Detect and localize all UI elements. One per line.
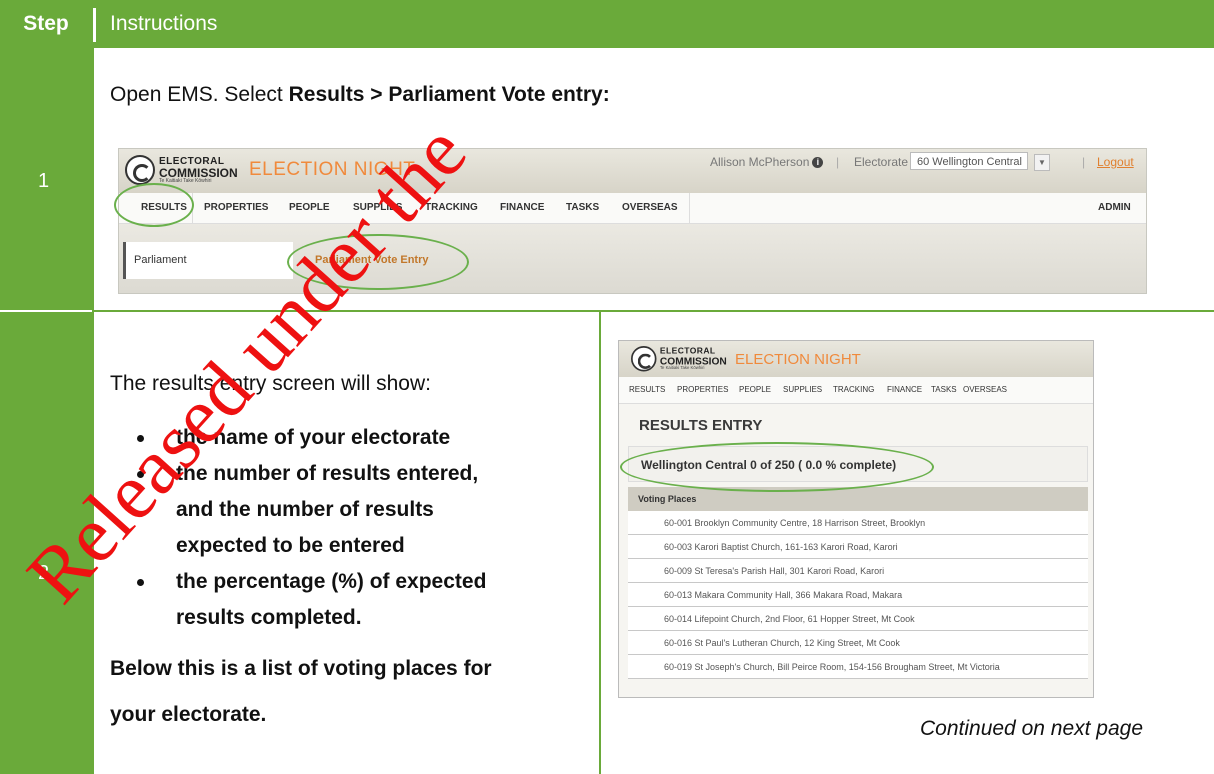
bullet-continuation: results completed. xyxy=(130,603,486,633)
result-features-list: the name of your electorate the number o… xyxy=(130,423,486,633)
voting-places-note-line2: your electorate. xyxy=(110,703,267,726)
voting-places-list: 60-001 Brooklyn Community Centre, 18 Har… xyxy=(628,511,1088,679)
nav-admin[interactable]: ADMIN xyxy=(1098,193,1131,223)
nav-finance[interactable]: FINANCE xyxy=(500,193,544,223)
voting-place-row[interactable]: 60-009 St Teresa's Parish Hall, 301 Karo… xyxy=(628,559,1088,583)
logo-line1: ELECTORAL xyxy=(159,155,225,167)
nav-results[interactable]: RESULTS xyxy=(629,377,665,403)
highlight-progress-status xyxy=(620,442,934,492)
voting-places-header: Voting Places xyxy=(628,487,1088,511)
table-header: Step Instructions xyxy=(0,0,1214,48)
user-name[interactable]: Allison McPherson i xyxy=(710,155,824,169)
nav-tracking[interactable]: TRACKING xyxy=(425,193,478,223)
electoral-commission-icon xyxy=(631,346,657,372)
electorate-select[interactable]: 60 Wellington Central xyxy=(910,152,1028,170)
ems-topbar: ELECTORAL COMMISSION Te Kaitiaki Take Kō… xyxy=(119,149,1146,193)
logout-link[interactable]: Logout xyxy=(1097,155,1134,169)
electorate-label: Electorate xyxy=(854,155,909,169)
header-divider xyxy=(93,8,96,42)
main-nav: RESULTS PROPERTIES PEOPLE SUPPLIES TRACK… xyxy=(119,193,1146,224)
results-entry-title: RESULTS ENTRY xyxy=(639,417,763,434)
electoral-commission-logo: ELECTORAL COMMISSION Te Kaitiaki Take Kō… xyxy=(631,346,727,372)
step1-instruction-bold: Results > Parliament Vote entry: xyxy=(288,83,610,106)
voting-places-note-line1: Below this is a list of voting places fo… xyxy=(110,657,492,680)
step-number-1: 1 xyxy=(38,170,50,192)
bullet-text: the number of results entered, xyxy=(176,462,479,485)
nav-finance[interactable]: FINANCE xyxy=(887,377,922,403)
bullet-text: expected to be entered xyxy=(176,534,405,557)
divider: | xyxy=(836,155,840,169)
step-column-header: Step xyxy=(23,12,69,35)
user-name-text: Allison McPherson xyxy=(710,155,810,169)
step2-intro: The results entry screen will show: xyxy=(110,372,431,395)
voting-place-row[interactable]: 60-013 Makara Community Hall, 366 Makara… xyxy=(628,583,1088,607)
voting-place-row[interactable]: 60-003 Karori Baptist Church, 161-163 Ka… xyxy=(628,535,1088,559)
logo-line2: COMMISSION xyxy=(659,354,727,367)
chevron-down-icon[interactable]: ▼ xyxy=(1034,154,1050,171)
ems-screenshot-results-entry: ELECTORAL COMMISSION Te Kaitiaki Take Kō… xyxy=(618,340,1094,698)
bullet-text: the name of your electorate xyxy=(176,426,451,449)
electoral-commission-logo: ELECTORAL COMMISSION Te Kaitiaki Take Kō… xyxy=(125,155,238,185)
row-divider xyxy=(92,310,1214,312)
bullet-text: and the number of results xyxy=(176,498,434,521)
nav-supplies[interactable]: SUPPLIES xyxy=(783,377,822,403)
bullet-continuation: and the number of results xyxy=(130,495,486,525)
electoral-commission-icon xyxy=(125,155,155,185)
continued-note: Continued on next page xyxy=(920,717,1144,740)
logo-line2: COMMISSION xyxy=(159,165,238,180)
ems-screenshot-menu: ELECTORAL COMMISSION Te Kaitiaki Take Kō… xyxy=(118,148,1147,294)
step1-instruction-text: Open EMS. Select xyxy=(110,83,289,106)
instructions-column-header: Instructions xyxy=(110,12,218,35)
voting-place-row[interactable]: 60-016 St Paul's Lutheran Church, 12 Kin… xyxy=(628,631,1088,655)
nav-overseas[interactable]: OVERSEAS xyxy=(963,377,1007,403)
divider: | xyxy=(1082,155,1086,169)
nav-supplies[interactable]: SUPPLIES xyxy=(353,193,402,223)
bullet-item: the percentage (%) of expected xyxy=(130,567,486,597)
step-cell-2: 2 xyxy=(0,312,92,774)
bullet-text: results completed. xyxy=(176,606,362,629)
step1-instruction: Open EMS. Select Results > Parliament Vo… xyxy=(110,83,610,107)
nav-people[interactable]: PEOPLE xyxy=(739,377,771,403)
voting-place-row[interactable]: 60-014 Lifepoint Church, 2nd Floor, 61 H… xyxy=(628,607,1088,631)
nav-tasks[interactable]: TASKS xyxy=(931,377,957,403)
app-title: ELECTION NIGHT xyxy=(735,351,861,368)
nav-properties[interactable]: PROPERTIES xyxy=(677,377,728,403)
ems-topbar: ELECTORAL COMMISSION Te Kaitiaki Take Kō… xyxy=(619,341,1093,377)
nav-people[interactable]: PEOPLE xyxy=(289,193,330,223)
voting-place-row[interactable]: 60-001 Brooklyn Community Centre, 18 Har… xyxy=(628,511,1088,535)
nav-overseas[interactable]: OVERSEAS xyxy=(622,193,678,223)
bullet-item: the name of your electorate xyxy=(130,423,486,453)
nav-tasks[interactable]: TASKS xyxy=(566,193,599,223)
app-title: ELECTION NIGHT xyxy=(249,159,416,180)
nav-tracking[interactable]: TRACKING xyxy=(833,377,874,403)
bullet-text: the percentage (%) of expected xyxy=(176,570,487,593)
main-nav: RESULTS PROPERTIES PEOPLE SUPPLIES TRACK… xyxy=(619,377,1093,404)
step-number-2: 2 xyxy=(38,562,50,584)
bullet-continuation: expected to be entered xyxy=(130,531,486,561)
sub-nav-parliament[interactable]: Parliament xyxy=(123,242,293,279)
sub-nav: Parliament xyxy=(119,224,1146,293)
nav-divider xyxy=(689,193,690,223)
nav-properties[interactable]: PROPERTIES xyxy=(204,193,268,223)
bullet-item: the number of results entered, xyxy=(130,459,486,489)
info-icon[interactable]: i xyxy=(812,157,824,169)
highlight-vote-entry xyxy=(287,234,469,290)
row2-column-divider xyxy=(599,312,601,774)
step-cell-1: 1 xyxy=(0,48,92,310)
highlight-results xyxy=(114,183,194,227)
voting-place-row[interactable]: 60-019 St Joseph's Church, Bill Peirce R… xyxy=(628,655,1088,679)
column-divider xyxy=(92,48,94,774)
